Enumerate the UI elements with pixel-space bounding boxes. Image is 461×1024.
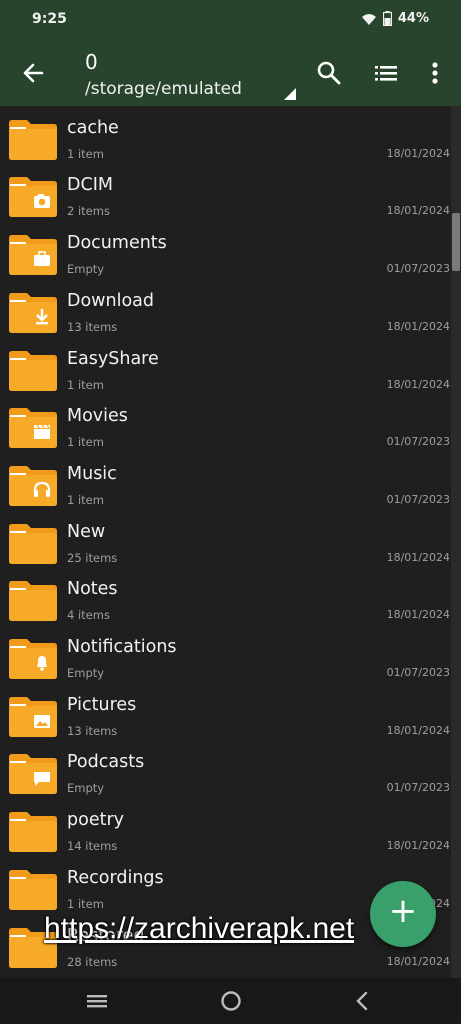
folder-date: 18/01/2024 [386,723,450,737]
folder-item-count: Empty [67,781,105,796]
folder-icon [9,581,57,622]
add-button[interactable]: + [370,881,436,947]
folder-row-documents[interactable]: Documents Empty 01/07/2023 [0,222,450,280]
folder-date: 01/07/2023 [386,435,450,449]
folder-name: Recordings [67,867,164,888]
bell-icon [9,639,57,679]
folder-icon [9,869,57,910]
recent-apps-icon[interactable] [82,986,112,1016]
folder-name: poetry [67,810,124,831]
folder-item-count: 1 item [67,435,104,450]
folder-date: 01/07/2023 [386,492,450,506]
folder-item-count: 14 items [67,839,118,854]
folder-item-count: 2 items [67,204,110,219]
system-nav-bar [0,978,461,1024]
folder-name: Podcasts [67,752,145,773]
folder-item-count: 1 item [67,146,104,161]
folder-item-count: Empty [67,262,105,277]
folder-name: Music [67,463,117,484]
download-icon [9,292,57,333]
folder-date: 01/07/2023 [386,781,450,795]
folder-row-notifications[interactable]: Notifications Empty 01/07/2023 [0,626,450,684]
folder-item-count: Empty [67,666,105,680]
app-bar: 0 /storage/emulated [0,40,461,106]
folder-item-count: 1 item [67,896,104,911]
folder-row-podcasts[interactable]: Podcasts Empty 01/07/2023 [0,741,450,799]
search-icon[interactable] [314,58,344,88]
folder-row-new[interactable]: New 25 items 18/01/2024 [0,511,450,569]
folder-name: New [67,521,106,542]
path-dropdown-icon[interactable] [284,88,296,100]
folder-row-dcim[interactable]: DCIM 2 items 18/01/2024 [0,164,450,222]
folder-name: cache [67,117,119,138]
folder-item-count: 28 items [67,954,118,969]
folder-row-pictures[interactable]: Pictures 13 items 18/01/2024 [0,684,450,742]
folder-item-count: 25 items [67,550,118,565]
battery-percent: 44% [397,11,429,26]
current-path[interactable]: /storage/emulated [85,79,242,99]
folder-date: 18/01/2024 [386,204,450,218]
wifi-icon [361,13,376,25]
folder-name: Notes [67,579,118,600]
folder-date: 18/01/2024 [386,319,450,333]
camera-icon [9,177,57,218]
folder-date: 18/01/2024 [386,146,450,160]
folder-row-download[interactable]: Download 13 items 18/01/2024 [0,280,450,338]
folder-name: DCIM [67,175,113,196]
chat-bubble-icon [9,754,57,795]
status-bar: 9:25 44% [0,0,461,40]
home-icon[interactable] [216,986,246,1016]
status-time: 9:25 [32,11,67,27]
more-options-icon[interactable] [420,58,450,88]
selection-count: 0 [85,50,98,74]
folder-icon [9,523,57,564]
folder-icon [9,119,57,160]
folder-item-count: 1 item [67,377,104,392]
folder-row-cache[interactable]: cache 1 item 18/01/2024 [0,107,450,165]
folder-name: Pictures [67,694,137,715]
folder-date: 01/07/2023 [386,262,450,276]
folder-date: 18/01/2024 [386,550,450,564]
image-icon [9,696,57,737]
folder-icon [9,812,57,853]
folder-item-count: 1 item [67,492,104,507]
folder-item-count: 13 items [67,723,118,738]
headphones-icon [9,465,57,506]
folder-row-easyshare[interactable]: EasyShare 1 item 18/01/2024 [0,338,450,396]
folder-item-count: 13 items [67,319,118,334]
folder-name: Notifications [67,637,177,657]
folder-name: EasyShare [67,348,159,369]
folder-date: 18/01/2024 [386,954,450,968]
back-nav-icon[interactable] [348,986,378,1016]
folder-date: 18/01/2024 [386,839,450,853]
folder-row-poetry[interactable]: poetry 14 items 18/01/2024 [0,799,450,857]
watermark-url: https://zarchiverapk.net [44,912,355,945]
back-arrow-icon[interactable] [18,58,48,88]
folder-name: Documents [67,233,167,254]
folder-row-music[interactable]: Music 1 item 01/07/2023 [0,453,450,511]
folder-icon [9,350,57,391]
view-list-icon[interactable] [371,58,401,88]
folder-name: Download [67,290,154,311]
briefcase-icon [9,235,57,276]
folder-item-count: 4 items [67,608,110,623]
folder-date: 18/01/2024 [386,377,450,391]
folder-name: Movies [67,406,128,427]
battery-icon [382,11,392,26]
folder-row-movies[interactable]: Movies 1 item 01/07/2023 [0,395,450,453]
folder-date: 01/07/2023 [386,666,450,679]
scrollbar-thumb[interactable] [452,213,460,271]
folder-date: 18/01/2024 [386,608,450,622]
folder-row-notes[interactable]: Notes 4 items 18/01/2024 [0,568,450,626]
folder-list: 4 items 18/01/2024 cache 1 item 18/01/20… [0,106,461,978]
clapperboard-icon [9,408,57,449]
